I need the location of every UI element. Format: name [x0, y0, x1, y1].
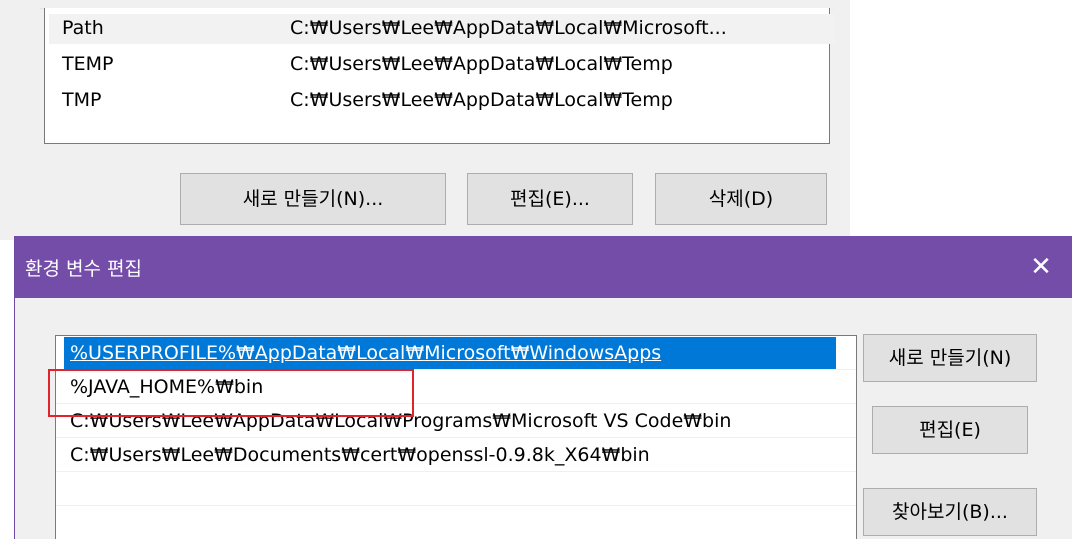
browse-path-button[interactable]: 찾아보기(B)... [863, 488, 1037, 536]
edit-environment-variable-dialog: 환경 변수 편집 ✕ %USERPROFILE%₩AppData₩Local₩M… [14, 236, 1072, 539]
close-icon: ✕ [1030, 252, 1052, 282]
path-entry-row-empty[interactable] [56, 472, 856, 506]
variable-value: C:₩Users₩Lee₩AppData₩Local₩Microsoft... [290, 17, 727, 39]
variable-value: C:₩Users₩Lee₩AppData₩Local₩Temp [290, 89, 673, 111]
user-variable-row-path[interactable]: Path C:₩Users₩Lee₩AppData₩Local₩Microsof… [45, 10, 835, 46]
variable-value: C:₩Users₩Lee₩AppData₩Local₩Temp [290, 53, 673, 75]
user-variables-list[interactable]: Path C:₩Users₩Lee₩AppData₩Local₩Microsof… [44, 8, 835, 144]
path-entries-list[interactable]: %USERPROFILE%₩AppData₩Local₩Microsoft₩Wi… [55, 335, 857, 539]
variable-name: TMP [62, 89, 102, 111]
path-entry-row-java-home[interactable]: %JAVA_HOME%₩bin [56, 370, 856, 404]
edit-variable-button[interactable]: 편집(E)... [467, 173, 633, 225]
path-entry-row-selected[interactable]: %USERPROFILE%₩AppData₩Local₩Microsoft₩Wi… [56, 336, 856, 370]
path-entry-text: C:₩Users₩Lee₩Documents₩cert₩openssl-0.9.… [70, 444, 650, 466]
environment-variables-dialog: Path C:₩Users₩Lee₩AppData₩Local₩Microsof… [0, 0, 850, 240]
path-entry-row[interactable]: C:₩Users₩Lee₩AppData₩Local₩Programs₩Micr… [56, 404, 856, 438]
close-button[interactable]: ✕ [1018, 244, 1064, 290]
path-entry-text: C:₩Users₩Lee₩AppData₩Local₩Programs₩Micr… [70, 410, 732, 432]
path-entry-text: %JAVA_HOME%₩bin [70, 376, 264, 398]
new-path-button[interactable]: 새로 만들기(N) [863, 334, 1037, 382]
path-entry-text: %USERPROFILE%₩AppData₩Local₩Microsoft₩Wi… [70, 342, 662, 364]
path-entry-row[interactable]: C:₩Users₩Lee₩Documents₩cert₩openssl-0.9.… [56, 438, 856, 472]
new-variable-button[interactable]: 새로 만들기(N)... [180, 173, 446, 225]
dialog-title-bar[interactable]: 환경 변수 편집 ✕ [15, 236, 1072, 298]
variable-name: TEMP [62, 53, 114, 75]
user-variable-row-temp[interactable]: TEMP C:₩Users₩Lee₩AppData₩Local₩Temp [45, 46, 829, 82]
delete-variable-button[interactable]: 삭제(D) [655, 173, 827, 225]
dialog-title: 환경 변수 편집 [25, 258, 142, 280]
variable-name: Path [62, 17, 104, 39]
user-variable-row-tmp[interactable]: TMP C:₩Users₩Lee₩AppData₩Local₩Temp [45, 82, 829, 118]
edit-path-button[interactable]: 편집(E) [872, 406, 1028, 454]
